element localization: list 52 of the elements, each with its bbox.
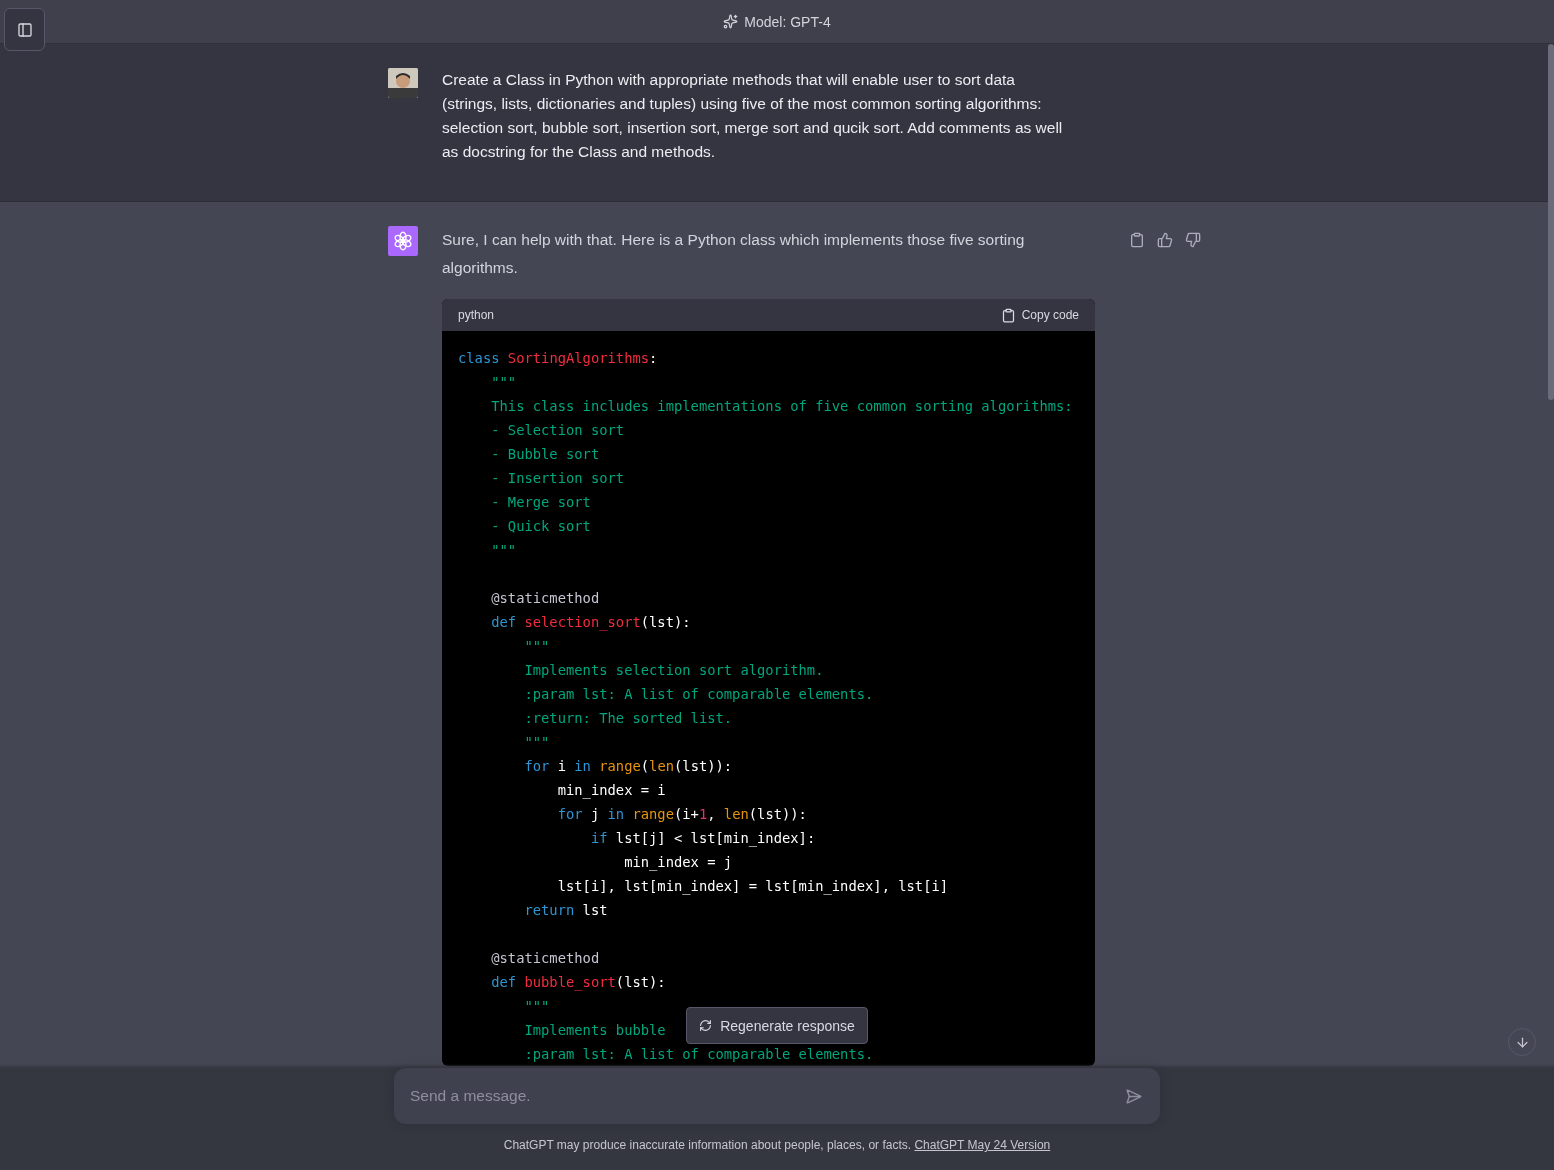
disclaimer-text: ChatGPT may produce inaccurate information about people, places, or facts. ChatGPT May 24 Version bbox=[503, 1138, 1051, 1152]
code-line: for j in range(i+1, len(lst)): bbox=[556, 805, 807, 824]
refresh-icon bbox=[699, 1019, 713, 1032]
thumbs-up-icon bbox=[1157, 232, 1173, 248]
code-line: def selection_sort(lst): bbox=[490, 613, 691, 633]
send-button[interactable] bbox=[1123, 1086, 1144, 1107]
code-line: - Quick sort bbox=[490, 517, 591, 536]
model-label: Model: GPT-4 bbox=[744, 13, 831, 30]
language-label: python bbox=[458, 308, 495, 322]
thumbs-up-button[interactable] bbox=[1155, 230, 1175, 250]
code-line: lst[i], lst[min_index] = lst[min_index], lst[i] bbox=[556, 877, 949, 897]
code-line: Implements selection sort algorithm. bbox=[523, 661, 824, 680]
sidebar-toggle-button[interactable] bbox=[4, 8, 45, 51]
message-text: Sure, I can help with that. Here is a Python class which implements those five sorting algorithms. bbox=[442, 230, 1026, 278]
version-link[interactable]: ChatGPT May 24 Version bbox=[914, 1138, 1051, 1152]
sparkle-icon bbox=[723, 14, 739, 29]
code-line: """ bbox=[523, 733, 550, 752]
thumbs-down-icon bbox=[1185, 232, 1201, 248]
code-line: """ bbox=[523, 997, 550, 1016]
regenerate-button[interactable]: Regenerate response bbox=[686, 1007, 868, 1044]
code-line: - Bubble sort bbox=[490, 445, 600, 464]
code-line: """ bbox=[490, 541, 517, 560]
code-line: min_index = j bbox=[623, 853, 733, 873]
code-line: def bubble_sort(lst): bbox=[490, 973, 666, 993]
sidebar-icon bbox=[16, 21, 33, 38]
code-line: :param lst: A list of comparable elements. bbox=[523, 685, 874, 704]
code-line: Implements bubble bbox=[523, 1021, 666, 1040]
code-line: min_index = i bbox=[556, 781, 666, 801]
code-line: @staticmethod bbox=[490, 949, 600, 968]
message-input[interactable]: Send a message. bbox=[394, 1068, 1160, 1124]
code-line: if lst[j] < lst[min_index]: bbox=[589, 829, 816, 849]
message-text: Create a Class in Python with appropriate methods that will enable user to sort data (strings, lists, dictionaries and tuples) using five of the most common sorting algorithms: selection sort, bubble sort, insertion sort, merge sort and qucik sort. Add comments as well as docstring for the Class and methods. bbox=[442, 70, 1064, 162]
code-line: """ bbox=[490, 373, 517, 392]
code-line: This class includes implementations of five common sorting algorithms: bbox=[490, 397, 1073, 416]
knot-icon bbox=[392, 230, 414, 252]
code-line: @staticmethod bbox=[490, 589, 600, 608]
code-line: - Merge sort bbox=[490, 493, 591, 512]
scrollbar[interactable] bbox=[1548, 44, 1554, 400]
code-line: :return: The sorted list. bbox=[523, 709, 733, 728]
copy-code-button[interactable]: Copy code bbox=[1000, 307, 1079, 323]
code-line: """ bbox=[523, 637, 550, 656]
thumbs-down-button[interactable] bbox=[1183, 230, 1203, 250]
clipboard-icon bbox=[1129, 232, 1145, 248]
code-line: - Insertion sort bbox=[490, 469, 625, 488]
code-line: - Selection sort bbox=[490, 421, 625, 440]
code-line: return lst bbox=[523, 901, 608, 920]
clipboard-icon bbox=[1000, 307, 1016, 323]
code-line: :param lst: A list of comparable elements. bbox=[523, 1045, 874, 1064]
arrow-down-icon bbox=[1514, 1034, 1530, 1050]
send-icon bbox=[1125, 1088, 1142, 1105]
code-line: for i in range(len(lst)): bbox=[523, 757, 733, 776]
code-line: class SortingAlgorithms: bbox=[458, 349, 658, 368]
